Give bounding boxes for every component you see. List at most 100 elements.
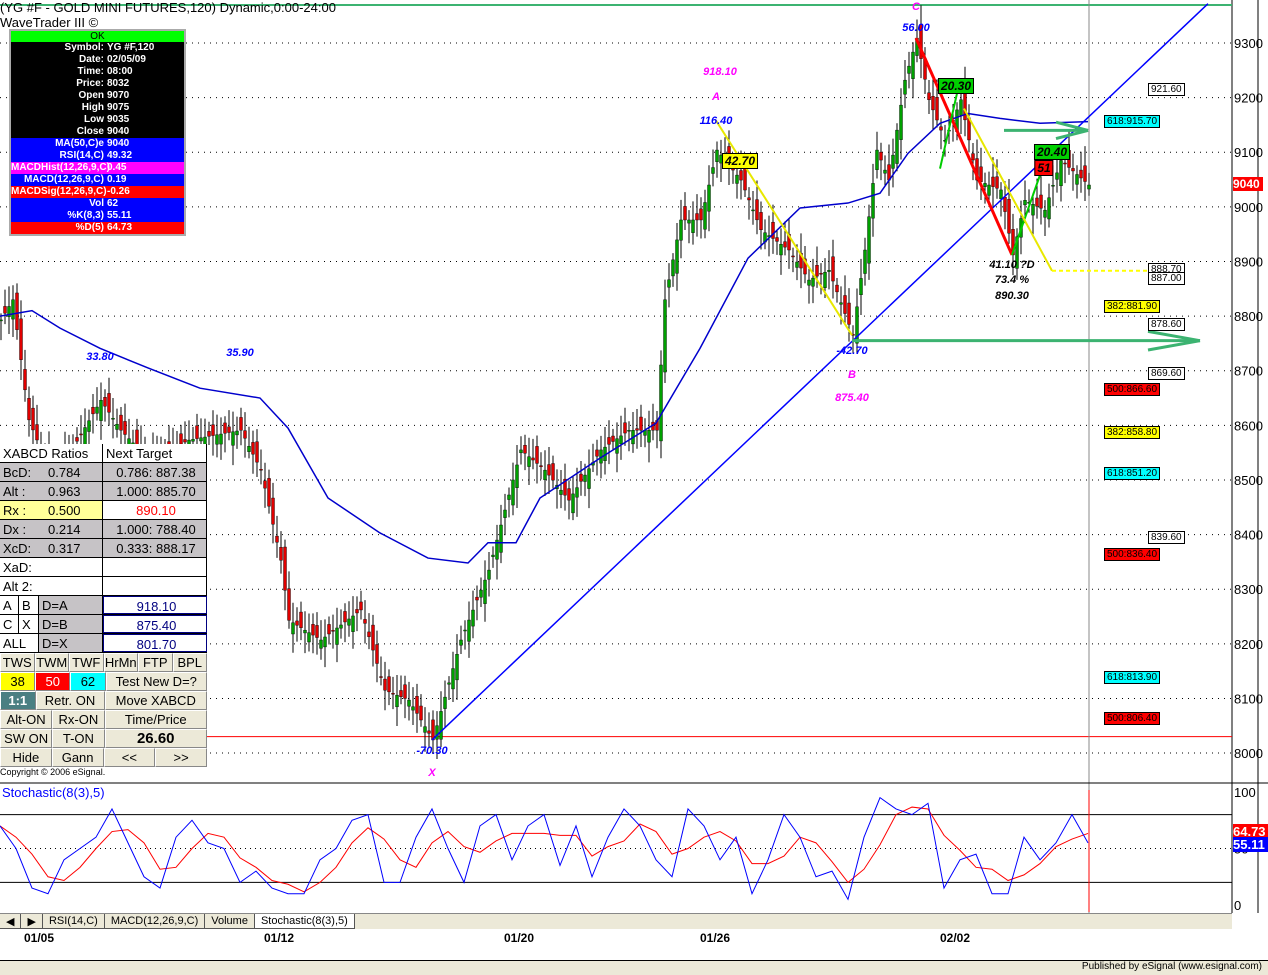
point-button[interactable]: X: [19, 615, 39, 633]
tab-macd[interactable]: MACD(12,26,9,C): [103, 914, 206, 929]
chart-title: (YG #F - GOLD MINI FUTURES,120) Dynamic,…: [0, 0, 336, 15]
price-tick-label: 8000: [1234, 746, 1263, 761]
candle-body: [95, 406, 99, 414]
gann-button[interactable]: Gann: [51, 748, 104, 767]
timeframe-button[interactable]: BPL: [172, 653, 207, 672]
candle-body: [623, 422, 627, 434]
time-price-button[interactable]: Time/Price: [104, 710, 207, 729]
candle-body: [927, 92, 931, 101]
ratio-button[interactable]: 1:1: [0, 691, 36, 710]
point-button[interactable]: ALL: [0, 634, 39, 652]
tab-volume[interactable]: Volume: [204, 914, 255, 929]
fib-50-button[interactable]: 50: [35, 672, 71, 691]
candle-body: [443, 696, 447, 709]
ratio-target: 1.000: 885.70: [103, 482, 207, 500]
point-button[interactable]: A: [0, 596, 19, 614]
candle-body: [75, 437, 79, 442]
fib-38-button[interactable]: 38: [0, 672, 36, 691]
candle-body: [343, 611, 347, 623]
candle-body: [315, 625, 319, 638]
scroll-left-button[interactable]: ◀: [0, 914, 22, 929]
data-window-ok[interactable]: OK: [11, 31, 184, 42]
candle-body: [355, 609, 359, 614]
value-display: 26.60: [104, 729, 207, 748]
candle-body: [647, 430, 651, 443]
candle-body: [743, 167, 747, 191]
target-value: 918.10: [103, 596, 207, 614]
candle-body: [659, 364, 663, 442]
candle-body: [479, 589, 483, 598]
candle-body: [1079, 169, 1083, 179]
candle-body: [111, 418, 115, 420]
ratio-target: 0.333: 888.17: [103, 539, 207, 557]
sw-on-button[interactable]: SW ON: [0, 729, 53, 748]
candle-body: [183, 439, 187, 443]
data-value: 62: [107, 198, 119, 209]
price-tick-label: 8600: [1234, 418, 1263, 433]
prev-button[interactable]: <<: [103, 748, 156, 767]
tab-stochastic[interactable]: Stochastic(8(3),5): [253, 914, 355, 929]
candle-body: [259, 469, 263, 471]
candle-body: [287, 588, 291, 621]
point-button[interactable]: C: [0, 615, 19, 633]
candle-body: [231, 431, 235, 446]
candle-body: [547, 464, 551, 476]
candle-body: [711, 167, 715, 174]
retr-on-button[interactable]: Retr. ON: [35, 691, 105, 710]
candle-body: [519, 449, 523, 454]
fib-level-label: 500:836.40: [1104, 548, 1161, 562]
candle-body: [675, 239, 679, 274]
candle-body: [523, 444, 527, 454]
fib-level-label: 618:915.70: [1104, 115, 1161, 129]
candle-body: [247, 446, 251, 452]
fib-62-button[interactable]: 62: [70, 672, 106, 691]
candle-body: [439, 711, 443, 740]
ratio-name: Alt 2:: [3, 579, 33, 594]
t-on-button[interactable]: T-ON: [52, 729, 105, 748]
candle-body: [379, 676, 383, 678]
candle-body: [91, 407, 95, 415]
candle-body: [367, 631, 371, 637]
fib-level-label: 921.60: [1148, 82, 1185, 96]
move-xabcd-button[interactable]: Move XABCD: [104, 691, 207, 710]
candle-body: [295, 620, 299, 626]
data-label: MACDSig(12,26,9,C): [11, 186, 107, 197]
data-label: Date:: [78, 54, 104, 65]
candle-body: [739, 170, 743, 181]
stoch-axis-label: 100: [1234, 785, 1256, 800]
study-tabs[interactable]: ◀ ▶ RSI(14,C) MACD(12,26,9,C) Volume Sto…: [0, 913, 1232, 929]
test-new-d-button[interactable]: Test New D=?: [105, 672, 208, 691]
candle-body: [863, 249, 867, 274]
candle-body: [663, 299, 667, 373]
hide-button[interactable]: Hide: [0, 748, 52, 767]
candle-body: [1039, 194, 1043, 209]
ratio-name: Alt :: [3, 484, 26, 499]
timeframe-button[interactable]: TWS: [0, 653, 35, 672]
candle-body: [579, 473, 583, 482]
candle-body: [839, 302, 843, 305]
fib-level-label: 500:806.40: [1104, 712, 1161, 726]
timeframe-button[interactable]: TWM: [34, 653, 69, 672]
candle-body: [115, 424, 119, 430]
candle-body: [607, 437, 611, 445]
scroll-right-button[interactable]: ▶: [20, 914, 43, 929]
data-label: %K(8,3): [67, 210, 104, 221]
next-button[interactable]: >>: [155, 748, 207, 767]
alt-on-button[interactable]: Alt-ON: [0, 710, 53, 729]
candle-body: [283, 546, 287, 591]
ratio-row: Alt : 0.963 1.000: 885.70: [0, 482, 207, 501]
candle-body: [551, 463, 555, 481]
point-button[interactable]: B: [19, 596, 39, 614]
xabcd-panel[interactable]: XABCD Ratios Next Target BcD: 0.784 0.786:…: [0, 444, 208, 779]
tab-rsi[interactable]: RSI(14,C): [41, 914, 105, 929]
rx-on-button[interactable]: Rx-ON: [52, 710, 105, 729]
timeframe-button[interactable]: FTP: [138, 653, 173, 672]
ratio-value: 0.214: [48, 522, 81, 537]
candle-body: [907, 65, 911, 74]
timeframe-button[interactable]: TWF: [69, 653, 104, 672]
timeframe-button[interactable]: HrMn: [103, 653, 138, 672]
data-row: MACDHist(12,26,9,C) 0.45: [11, 162, 184, 174]
data-value: YG #F,120: [107, 42, 155, 53]
pattern-label: B: [848, 369, 856, 382]
data-window[interactable]: OK Symbol: YG #F,120 Date: 02/05/09 Time: 08:…: [9, 29, 186, 236]
